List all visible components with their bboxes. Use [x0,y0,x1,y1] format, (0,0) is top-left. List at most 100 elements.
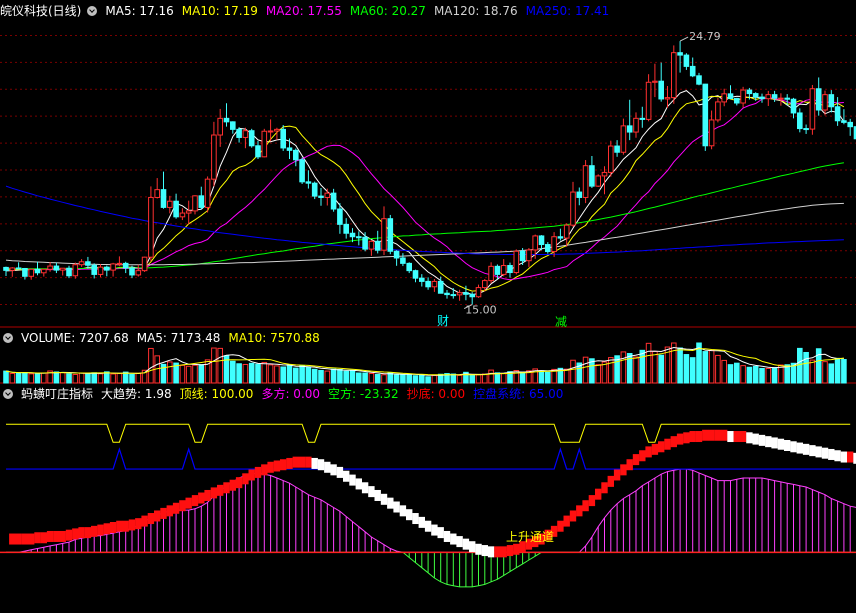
trend-block [557,520,564,532]
volume-bar [689,357,696,384]
volume-label-1: MA5: 7173.48 [136,331,221,345]
candle [456,292,463,296]
volume-bar [66,373,72,384]
candle [696,75,702,85]
trend-block [500,546,507,558]
indicator-legend: 蚂蟥叮庄指标 大趋势: 1.98 顶线: 100.00 多方: 0.00 空方: -23… [21,387,571,401]
volume-bar [198,364,205,384]
volume-bar [135,372,142,384]
volume-bar [456,374,463,384]
trend-block [368,486,375,498]
trend-block [828,448,835,460]
candle [790,98,797,114]
volume-bar [645,342,652,384]
trend-block [746,432,753,444]
candle [343,223,349,234]
volume-bar [658,354,665,384]
trend-block [210,487,218,499]
trend-block [355,478,362,490]
candle [223,117,230,123]
trend-block [305,456,312,468]
ma-line-ma20 [5,96,844,281]
candle [72,264,79,277]
candle [683,54,690,67]
candle [601,171,608,177]
volume-bar [280,366,286,384]
trend-block [78,527,85,539]
volume-bar [608,357,614,384]
trend-block [166,505,173,517]
candle [519,250,526,262]
candle [614,145,620,153]
candle [822,94,828,111]
trend-block [809,445,816,457]
candle [154,189,160,198]
candle [66,267,72,277]
candle [658,80,665,100]
volume-bar [671,342,677,384]
candle [110,263,116,271]
volume-bar [242,363,249,384]
trend-block [645,446,652,458]
trend-block [513,543,520,555]
volume-bar [734,362,740,384]
indicator-label-6: 控盘系统: 65.00 [473,387,564,401]
trend-block [116,520,123,532]
volume-bar [362,372,368,384]
candle [570,191,576,226]
volume-bar [545,371,551,384]
candle [563,224,570,239]
candle [652,80,658,83]
trend-block [59,530,66,542]
trend-block [796,442,803,454]
indicator-label-4: 空方: -23.32 [328,387,399,401]
trend-block [217,484,224,496]
candle [494,265,501,275]
candle [425,280,431,288]
volume-bar [482,373,488,384]
candle [318,195,324,198]
volume-bar [765,367,772,384]
volume-collapse-circle-icon[interactable] [3,333,13,343]
trend-block [456,536,463,548]
candle [532,235,539,251]
trend-block [179,500,186,512]
candle [97,266,104,275]
candle [639,117,646,120]
signal-jian-label: 减 [555,315,568,329]
volume-bar [9,372,16,384]
trend-block [311,457,318,469]
stock-chart-window: { "price_header": { "stock_name": "皖仪科技(… [0,0,856,613]
candle [671,52,677,99]
candle [645,81,652,120]
volume-bar [274,365,280,384]
candle [173,200,179,218]
trend-block [469,541,476,553]
candle [236,128,242,138]
candle [595,175,602,187]
candle [828,94,835,108]
volume-bar [185,365,192,384]
volume-bar [400,374,406,384]
candle [305,181,312,184]
candle [393,250,400,259]
candle [230,121,236,130]
trend-block [771,437,778,449]
candle [261,130,268,158]
trend-block [330,464,337,476]
trend-block [714,429,722,441]
candle [324,192,331,198]
volume-bar [91,372,98,384]
volume-bar [740,365,746,384]
candle [293,149,299,161]
indicator-collapse-circle-icon[interactable] [3,389,13,399]
candle [122,262,129,269]
candle [778,97,784,100]
trend-block [676,433,684,445]
collapse-circle-icon[interactable] [87,6,98,16]
candle [664,97,671,100]
candle [589,165,595,187]
volume-bar [330,368,337,384]
trend-block [601,482,608,494]
ma-label-1: MA10: 17.19 [181,4,258,18]
